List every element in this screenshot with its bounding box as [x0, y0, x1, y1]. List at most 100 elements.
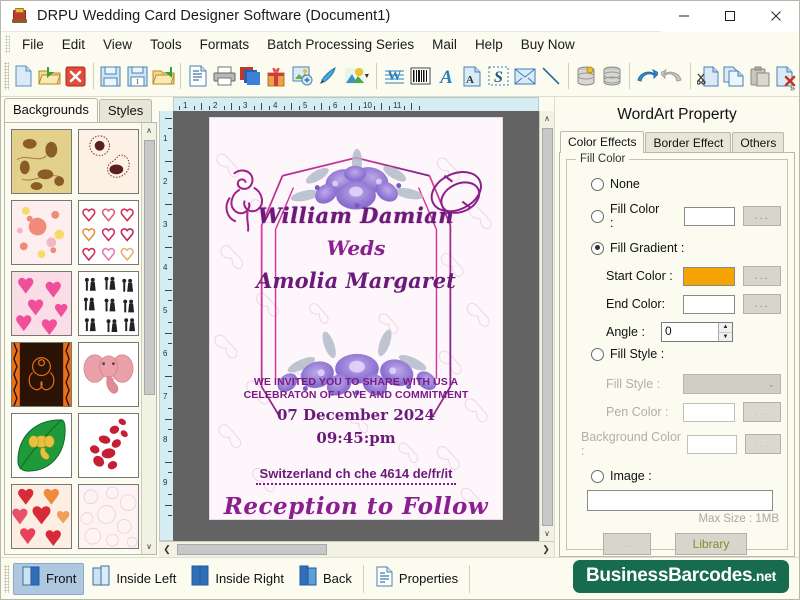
- import-folder-icon[interactable]: [150, 62, 176, 90]
- add-image-icon[interactable]: [289, 62, 315, 90]
- thumb-vintage-floral[interactable]: [11, 129, 72, 194]
- start-color-browse-button[interactable]: ...: [743, 266, 781, 286]
- card-invite-line1[interactable]: WE INVITED YOU TO SHARE WITH US A: [210, 376, 502, 389]
- card-weds-text[interactable]: Weds: [210, 236, 502, 260]
- redo-icon[interactable]: [660, 62, 686, 90]
- tab-others[interactable]: Others: [732, 132, 784, 153]
- scrollbar-thumb[interactable]: [144, 140, 155, 395]
- card-reception-text[interactable]: Reception to Follow: [210, 493, 502, 520]
- maximize-button[interactable]: [707, 1, 753, 32]
- menu-edit[interactable]: Edit: [53, 34, 94, 55]
- card-groom-name[interactable]: William Damian: [210, 203, 502, 228]
- fill-color-browse-button[interactable]: ...: [743, 206, 781, 226]
- design-viewport[interactable]: William Damian Weds Amolia Margaret WE I…: [173, 111, 539, 541]
- menu-formats[interactable]: Formats: [191, 34, 259, 55]
- canvas-scrollbar-thumb[interactable]: [542, 128, 553, 526]
- tab-styles[interactable]: Styles: [99, 99, 152, 122]
- option-fill-gradient-row[interactable]: Fill Gradient :: [573, 238, 781, 258]
- thumb-pink-blossom[interactable]: [11, 200, 72, 265]
- toolbar-grip[interactable]: [4, 62, 9, 90]
- open-folder-icon[interactable]: [37, 62, 63, 90]
- print-icon[interactable]: [211, 62, 237, 90]
- sidebar-item-back[interactable]: Back: [291, 563, 359, 595]
- paste-icon[interactable]: [747, 62, 773, 90]
- angle-decrement-icon[interactable]: ▼: [719, 333, 732, 342]
- swatch-fill-color[interactable]: [684, 207, 736, 226]
- undo-icon[interactable]: [634, 62, 660, 90]
- statusbar-grip[interactable]: [4, 565, 9, 593]
- angle-spin-buttons[interactable]: ▲ ▼: [718, 323, 732, 341]
- card-time[interactable]: 09:45:pm: [210, 429, 502, 447]
- horizontal-ruler[interactable]: 1234561011: [173, 97, 539, 111]
- card-invite-line2[interactable]: CELEBRATON OF LOVE AND COMMITMENT: [210, 389, 502, 402]
- thumb-pale-pink-texture[interactable]: [78, 484, 139, 549]
- close-document-icon[interactable]: [63, 62, 89, 90]
- copy-icon[interactable]: [721, 62, 747, 90]
- thumb-orange-ganesha[interactable]: [11, 342, 72, 407]
- new-document-icon[interactable]: [11, 62, 37, 90]
- background-color-browse-button[interactable]: ...: [745, 434, 781, 454]
- sidebar-item-front[interactable]: Front: [13, 563, 84, 595]
- pen-color-browse-button[interactable]: ...: [743, 402, 781, 422]
- menu-view[interactable]: View: [94, 34, 141, 55]
- tab-color-effects[interactable]: Color Effects: [560, 131, 644, 153]
- menu-grip[interactable]: [5, 35, 10, 53]
- scroll-up-icon[interactable]: ∧: [142, 123, 157, 138]
- thumb-pink-hearts[interactable]: [11, 271, 72, 336]
- text-frame-icon[interactable]: A: [459, 62, 485, 90]
- thumb-heart-outlines[interactable]: [78, 200, 139, 265]
- sidebar-item-inside-left[interactable]: Inside Left: [84, 563, 183, 595]
- angle-stepper[interactable]: 0 ▲ ▼: [661, 322, 733, 342]
- data-stack-icon[interactable]: [599, 62, 625, 90]
- radio-fill-color[interactable]: [591, 210, 604, 223]
- canvas-scroll-right-icon[interactable]: ❯: [538, 542, 554, 557]
- card-date[interactable]: 07 December 2024: [210, 406, 502, 424]
- pen-icon[interactable]: [315, 62, 341, 90]
- text-icon[interactable]: A: [433, 62, 459, 90]
- cut-icon[interactable]: [695, 62, 721, 90]
- swatch-start-color[interactable]: [683, 267, 735, 286]
- option-image-row[interactable]: Image :: [573, 466, 781, 486]
- tab-border-effect[interactable]: Border Effect: [645, 132, 731, 153]
- print-preview-icon[interactable]: [185, 62, 211, 90]
- backgrounds-scrollbar[interactable]: ∧ ∨: [141, 123, 156, 554]
- card-layers-icon[interactable]: [237, 62, 263, 90]
- vertical-ruler[interactable]: 123456789: [159, 111, 173, 541]
- tab-backgrounds[interactable]: Backgrounds: [4, 98, 98, 122]
- thumb-rose-petals[interactable]: [78, 413, 139, 478]
- fill-style-select[interactable]: ⌄: [683, 374, 781, 394]
- save-icon[interactable]: [98, 62, 124, 90]
- hscroll-thumb[interactable]: [177, 544, 327, 555]
- menu-file[interactable]: File: [13, 34, 53, 55]
- watermark-icon[interactable]: W: [381, 62, 407, 90]
- thumb-wedding-couples[interactable]: [78, 271, 139, 336]
- scroll-down-icon[interactable]: ∨: [142, 539, 157, 554]
- angle-increment-icon[interactable]: ▲: [719, 323, 732, 333]
- canvas-scroll-down-icon[interactable]: ∨: [540, 526, 555, 541]
- menu-tools[interactable]: Tools: [141, 34, 191, 55]
- card-address-block[interactable]: Switzerland ch che 4614 de/fr/it: [210, 466, 502, 485]
- canvas-horizontal-scrollbar[interactable]: ❮ ❯: [159, 541, 554, 557]
- sidebar-item-properties[interactable]: Properties: [368, 563, 465, 595]
- toolbar-overflow-button[interactable]: »: [790, 83, 795, 93]
- thumb-leaf-ganesha[interactable]: [11, 413, 72, 478]
- thumb-paisley-lace[interactable]: [78, 129, 139, 194]
- canvas-scroll-up-icon[interactable]: ∧: [540, 111, 555, 126]
- library-button[interactable]: Library: [675, 533, 747, 555]
- image-path-input[interactable]: [587, 490, 773, 511]
- sidebar-item-inside-right[interactable]: Inside Right: [183, 563, 291, 595]
- radio-none[interactable]: [591, 178, 604, 191]
- envelope-icon[interactable]: [512, 62, 538, 90]
- radio-fill-gradient[interactable]: [591, 242, 604, 255]
- radio-fill-style[interactable]: [591, 348, 604, 361]
- swatch-end-color[interactable]: [683, 295, 735, 314]
- angle-value[interactable]: 0: [662, 323, 718, 341]
- menu-help[interactable]: Help: [466, 34, 512, 55]
- swatch-pen-color[interactable]: [683, 403, 735, 422]
- line-icon[interactable]: [538, 62, 564, 90]
- gift-icon[interactable]: [263, 62, 289, 90]
- image-browse-button[interactable]: ...: [603, 533, 651, 555]
- option-fill-color-row[interactable]: Fill Color : ...: [573, 202, 781, 230]
- option-none-row[interactable]: None: [573, 174, 781, 194]
- end-color-browse-button[interactable]: ...: [743, 294, 781, 314]
